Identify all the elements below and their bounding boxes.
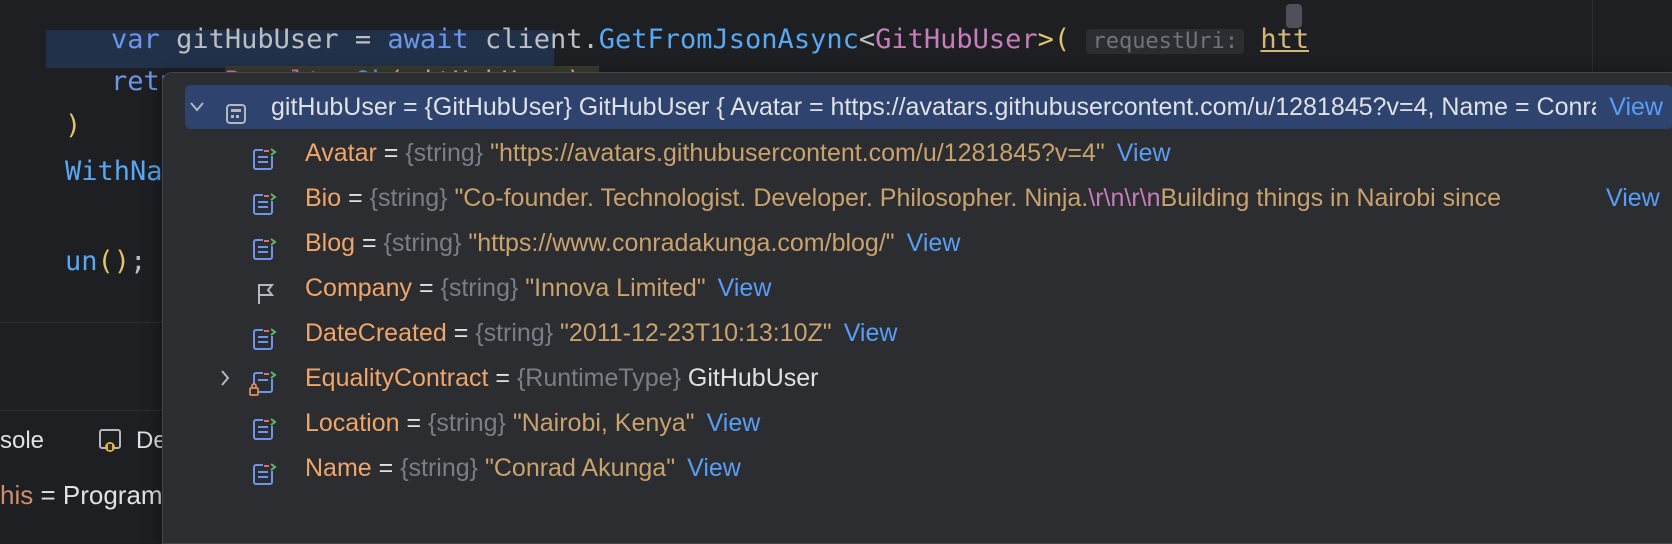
view-link-datecreated[interactable]: View: [844, 319, 898, 347]
parameter-hint: requestUri:: [1086, 29, 1245, 54]
view-link-location[interactable]: View: [707, 409, 761, 437]
flag-icon: [255, 276, 279, 304]
field-row-equalitycontract[interactable]: EqualityContract = {RuntimeType} GitHubU…: [163, 356, 1672, 400]
tab-console[interactable]: sole: [0, 427, 44, 455]
field-icon: [253, 141, 277, 170]
field-row-name[interactable]: Name = {string} "Conrad Akunga" View: [163, 446, 1672, 490]
field-row-company[interactable]: Company = {string} "Innova Limited" View: [163, 266, 1672, 310]
code-line-run[interactable]: un();: [0, 208, 146, 316]
root-view-link[interactable]: View: [1609, 85, 1663, 129]
view-link-company[interactable]: View: [718, 274, 772, 302]
field-icon: [253, 411, 277, 440]
field-icon: [253, 321, 277, 350]
field-icon: [253, 186, 277, 215]
protected-field-icon: [249, 366, 277, 396]
object-icon: [225, 95, 247, 124]
field-row-avatar[interactable]: Avatar = {string} "https://avatars.githu…: [163, 131, 1672, 175]
view-link-bio[interactable]: View: [1606, 176, 1660, 220]
popup-root-row[interactable]: gitHubUser = {GitHubUser} GitHubUser { A…: [185, 85, 1672, 129]
chevron-right-icon[interactable]: [215, 356, 235, 400]
variables-this-row[interactable]: his = Program: [0, 480, 163, 511]
field-row-datecreated[interactable]: DateCreated = {string} "2011-12-23T10:13…: [163, 311, 1672, 355]
view-link-avatar[interactable]: View: [1117, 139, 1171, 167]
chevron-down-icon[interactable]: [187, 85, 207, 129]
debugger-icon[interactable]: [98, 427, 124, 453]
field-row-location[interactable]: Location = {string} "Nairobi, Kenya" View: [163, 401, 1672, 445]
debugger-value-popup[interactable]: gitHubUser = {GitHubUser} GitHubUser { A…: [162, 72, 1672, 544]
field-row-bio[interactable]: Bio = {string} "Co-founder. Technologist…: [163, 176, 1672, 220]
view-link-name[interactable]: View: [687, 454, 741, 482]
field-icon: [253, 231, 277, 260]
field-row-blog[interactable]: Blog = {string} "https://www.conradakung…: [163, 221, 1672, 265]
root-value-summary: gitHubUser = {GitHubUser} GitHubUser { A…: [271, 93, 1596, 121]
field-icon: [253, 456, 277, 485]
view-link-blog[interactable]: View: [907, 229, 961, 257]
editor-scrollbar-thumb[interactable]: [1286, 4, 1302, 28]
